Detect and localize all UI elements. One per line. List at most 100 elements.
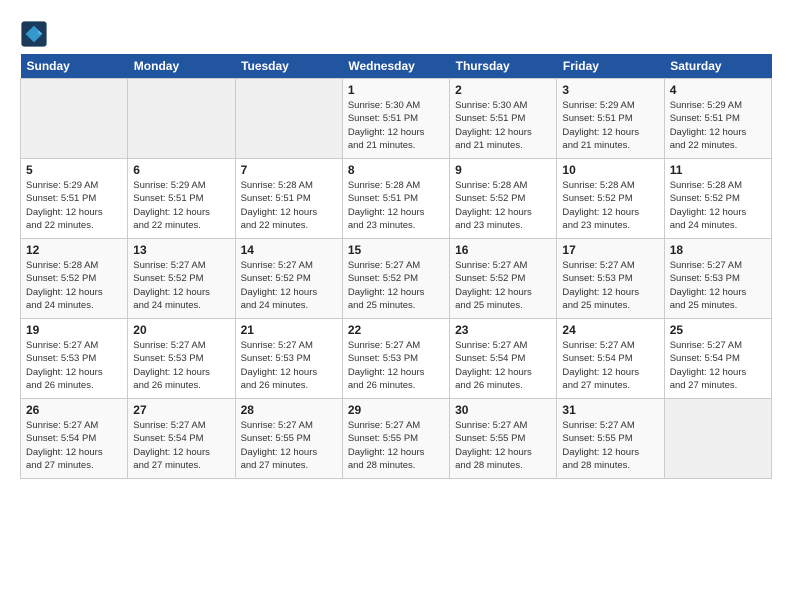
calendar-cell: 19Sunrise: 5:27 AM Sunset: 5:53 PM Dayli… [21,319,128,399]
day-number: 6 [133,163,229,177]
day-info: Sunrise: 5:27 AM Sunset: 5:53 PM Dayligh… [670,259,766,312]
calendar-cell [128,79,235,159]
calendar-cell: 1 Sunrise: 5:30 AM Sunset: 5:51 PM Daylig… [342,79,449,159]
calendar-body: 1 Sunrise: 5:30 AM Sunset: 5:51 PM Daylig… [21,79,772,479]
header [20,20,772,48]
day-number: 7 [241,163,337,177]
calendar-cell: 15 Sunrise: 5:27 AM Sunset: 5:52 PM Dayli… [342,239,449,319]
day-info: Sunrise: 5:29 AM Sunset: 5:51 PM Dayligh… [670,99,766,152]
calendar-cell: 4 Sunrise: 5:29 AM Sunset: 5:51 PM Daylig… [664,79,771,159]
day-info: Sunrise: 5:29 AM Sunset: 5:51 PM Dayligh… [562,99,658,152]
day-header-thursday: Thursday [450,54,557,79]
day-number: 4 [670,83,766,97]
day-info: Sunrise: 5:27 AM Sunset: 5:55 PM Dayligh… [562,419,658,472]
calendar-week-3: 12 Sunrise: 5:28 AM Sunset: 5:52 PM Dayli… [21,239,772,319]
day-info: Sunrise: 5:27 AM Sunset: 5:52 PM Dayligh… [241,259,337,312]
calendar-cell: 29Sunrise: 5:27 AM Sunset: 5:55 PM Dayli… [342,399,449,479]
day-info: Sunrise: 5:27 AM Sunset: 5:53 PM Dayligh… [241,339,337,392]
day-info: Sunrise: 5:27 AM Sunset: 5:53 PM Dayligh… [26,339,122,392]
day-number: 1 [348,83,444,97]
day-number: 31 [562,403,658,417]
day-info: Sunrise: 5:27 AM Sunset: 5:54 PM Dayligh… [455,339,551,392]
day-number: 9 [455,163,551,177]
day-number: 16 [455,243,551,257]
day-info: Sunrise: 5:27 AM Sunset: 5:52 PM Dayligh… [348,259,444,312]
calendar-cell: 13 Sunrise: 5:27 AM Sunset: 5:52 PM Dayli… [128,239,235,319]
day-info: Sunrise: 5:30 AM Sunset: 5:51 PM Dayligh… [348,99,444,152]
day-info: Sunrise: 5:27 AM Sunset: 5:55 PM Dayligh… [241,419,337,472]
day-number: 5 [26,163,122,177]
day-info: Sunrise: 5:27 AM Sunset: 5:54 PM Dayligh… [670,339,766,392]
calendar-cell: 9 Sunrise: 5:28 AM Sunset: 5:52 PM Daylig… [450,159,557,239]
calendar-cell: 21 Sunrise: 5:27 AM Sunset: 5:53 PM Dayli… [235,319,342,399]
day-info: Sunrise: 5:27 AM Sunset: 5:54 PM Dayligh… [133,419,229,472]
calendar-cell: 18 Sunrise: 5:27 AM Sunset: 5:53 PM Dayli… [664,239,771,319]
calendar-cell: 6 Sunrise: 5:29 AM Sunset: 5:51 PM Daylig… [128,159,235,239]
day-number: 26 [26,403,122,417]
calendar-cell [664,399,771,479]
day-info: Sunrise: 5:27 AM Sunset: 5:52 PM Dayligh… [455,259,551,312]
day-number: 25 [670,323,766,337]
day-number: 8 [348,163,444,177]
calendar-cell: 20 Sunrise: 5:27 AM Sunset: 5:53 PM Dayli… [128,319,235,399]
day-info: Sunrise: 5:28 AM Sunset: 5:52 PM Dayligh… [562,179,658,232]
day-number: 24 [562,323,658,337]
day-info: Sunrise: 5:28 AM Sunset: 5:51 PM Dayligh… [348,179,444,232]
day-info: Sunrise: 5:27 AM Sunset: 5:53 PM Dayligh… [348,339,444,392]
calendar-cell: 25 Sunrise: 5:27 AM Sunset: 5:54 PM Dayli… [664,319,771,399]
day-info: Sunrise: 5:29 AM Sunset: 5:51 PM Dayligh… [26,179,122,232]
day-info: Sunrise: 5:28 AM Sunset: 5:51 PM Dayligh… [241,179,337,232]
day-info: Sunrise: 5:27 AM Sunset: 5:54 PM Dayligh… [562,339,658,392]
day-header-friday: Friday [557,54,664,79]
calendar-cell: 11 Sunrise: 5:28 AM Sunset: 5:52 PM Dayli… [664,159,771,239]
day-number: 23 [455,323,551,337]
calendar-cell: 31 Sunrise: 5:27 AM Sunset: 5:55 PM Dayli… [557,399,664,479]
calendar-cell: 22 Sunrise: 5:27 AM Sunset: 5:53 PM Dayli… [342,319,449,399]
day-number: 30 [455,403,551,417]
day-number: 13 [133,243,229,257]
day-info: Sunrise: 5:27 AM Sunset: 5:55 PM Dayligh… [455,419,551,472]
day-info: Sunrise: 5:27 AM Sunset: 5:54 PM Dayligh… [26,419,122,472]
day-info: Sunrise: 5:28 AM Sunset: 5:52 PM Dayligh… [455,179,551,232]
day-number: 21 [241,323,337,337]
day-number: 28 [241,403,337,417]
calendar-cell: 14 Sunrise: 5:27 AM Sunset: 5:52 PM Dayli… [235,239,342,319]
day-number: 12 [26,243,122,257]
day-number: 2 [455,83,551,97]
calendar-cell [21,79,128,159]
day-number: 20 [133,323,229,337]
calendar-cell: 26 Sunrise: 5:27 AM Sunset: 5:54 PM Dayli… [21,399,128,479]
day-number: 22 [348,323,444,337]
day-info: Sunrise: 5:29 AM Sunset: 5:51 PM Dayligh… [133,179,229,232]
day-number: 11 [670,163,766,177]
day-number: 27 [133,403,229,417]
calendar-week-5: 26 Sunrise: 5:27 AM Sunset: 5:54 PM Dayli… [21,399,772,479]
day-number: 18 [670,243,766,257]
day-info: Sunrise: 5:28 AM Sunset: 5:52 PM Dayligh… [26,259,122,312]
calendar-week-4: 19Sunrise: 5:27 AM Sunset: 5:53 PM Dayli… [21,319,772,399]
calendar-cell: 12 Sunrise: 5:28 AM Sunset: 5:52 PM Dayli… [21,239,128,319]
logo [20,20,52,48]
day-info: Sunrise: 5:27 AM Sunset: 5:55 PM Dayligh… [348,419,444,472]
day-info: Sunrise: 5:28 AM Sunset: 5:52 PM Dayligh… [670,179,766,232]
day-info: Sunrise: 5:27 AM Sunset: 5:52 PM Dayligh… [133,259,229,312]
calendar-cell: 30 Sunrise: 5:27 AM Sunset: 5:55 PM Dayli… [450,399,557,479]
day-header-tuesday: Tuesday [235,54,342,79]
calendar-cell: 7 Sunrise: 5:28 AM Sunset: 5:51 PM Daylig… [235,159,342,239]
calendar-table: SundayMondayTuesdayWednesdayThursdayFrid… [20,54,772,479]
day-header-saturday: Saturday [664,54,771,79]
calendar-cell: 28 Sunrise: 5:27 AM Sunset: 5:55 PM Dayli… [235,399,342,479]
day-info: Sunrise: 5:27 AM Sunset: 5:53 PM Dayligh… [133,339,229,392]
calendar-header-row: SundayMondayTuesdayWednesdayThursdayFrid… [21,54,772,79]
calendar-cell: 5 Sunrise: 5:29 AM Sunset: 5:51 PM Daylig… [21,159,128,239]
calendar-cell: 23 Sunrise: 5:27 AM Sunset: 5:54 PM Dayli… [450,319,557,399]
day-number: 17 [562,243,658,257]
calendar-cell: 17 Sunrise: 5:27 AM Sunset: 5:53 PM Dayli… [557,239,664,319]
calendar-cell: 3Sunrise: 5:29 AM Sunset: 5:51 PM Daylig… [557,79,664,159]
calendar-cell: 8 Sunrise: 5:28 AM Sunset: 5:51 PM Daylig… [342,159,449,239]
day-number: 15 [348,243,444,257]
day-info: Sunrise: 5:27 AM Sunset: 5:53 PM Dayligh… [562,259,658,312]
day-header-monday: Monday [128,54,235,79]
calendar-cell: 16 Sunrise: 5:27 AM Sunset: 5:52 PM Dayli… [450,239,557,319]
day-number: 14 [241,243,337,257]
